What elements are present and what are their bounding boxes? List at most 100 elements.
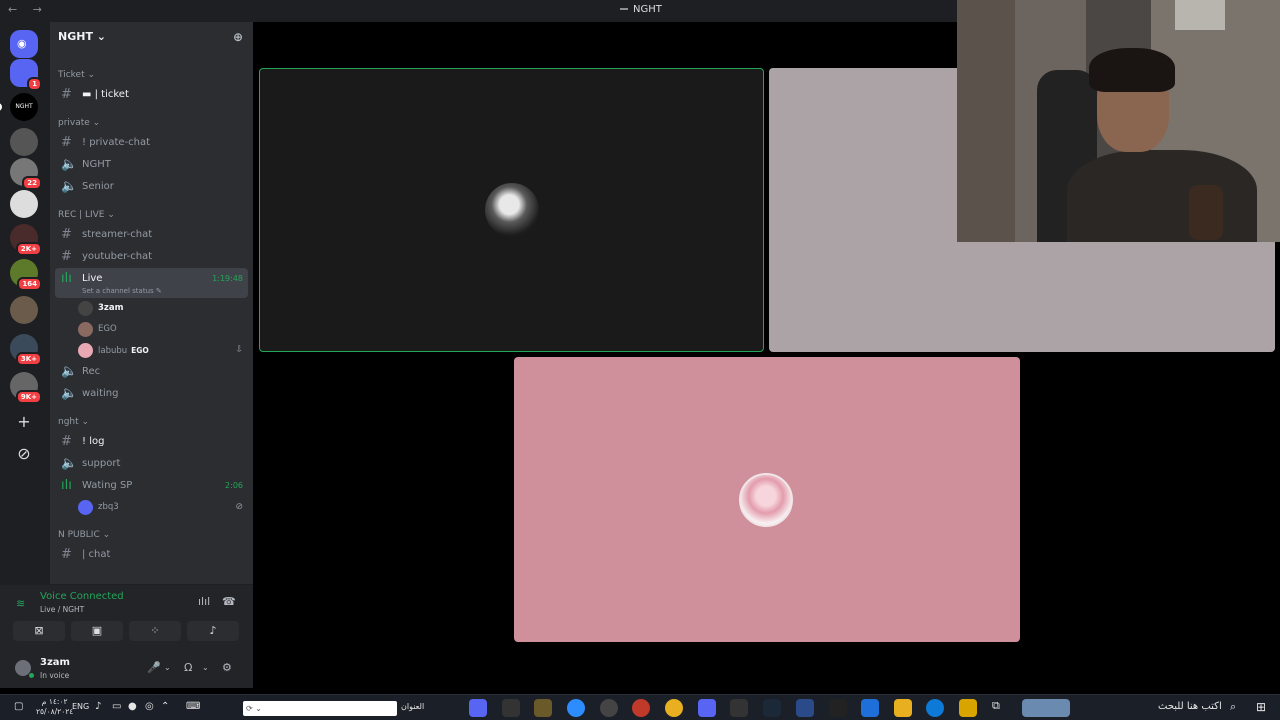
voice-member[interactable]: EGO <box>50 319 253 340</box>
channel-private-chat[interactable]: #! private-chat <box>55 132 248 154</box>
noise-suppression-icon[interactable]: ılıl <box>198 595 210 608</box>
air-conditioner <box>1175 0 1225 30</box>
channel-youtuber-chat[interactable]: # youtuber-chat <box>55 246 248 268</box>
hash-icon: # <box>61 434 72 449</box>
server-item[interactable] <box>10 296 38 324</box>
app-icon[interactable] <box>861 699 879 717</box>
microphone-icon[interactable]: 🎤 <box>147 661 161 674</box>
channel-senior[interactable]: 🔈 Senior <box>55 176 248 198</box>
server-item[interactable] <box>10 190 38 218</box>
person-hair <box>1089 48 1175 92</box>
app-icon[interactable] <box>534 699 552 717</box>
discord-app-icon[interactable] <box>698 699 716 717</box>
direct-messages-button[interactable]: ◉ <box>10 30 38 58</box>
discord-icon: ◉ <box>17 37 27 50</box>
hash-icon: # <box>61 249 72 264</box>
participant-tile-speaking[interactable] <box>259 68 764 352</box>
channel-wating-sp[interactable]: ılı Wating SP 2:06 <box>55 475 248 497</box>
server-nght[interactable]: NGHT <box>0 93 38 121</box>
app-icon[interactable] <box>796 699 814 717</box>
voice-location[interactable]: Live / NGHT <box>40 605 84 614</box>
voice-member[interactable]: 3zam <box>50 298 253 319</box>
network-icon[interactable]: ▭ <box>112 701 121 712</box>
compass-icon: ⊘ <box>17 444 31 463</box>
tray-icon[interactable]: ◎ <box>145 701 154 712</box>
activities-button[interactable]: ⁘ <box>129 621 181 641</box>
task-view-icon[interactable]: ⧉ <box>992 699 1010 717</box>
channel-ticket[interactable]: # ▬ | ticket <box>55 84 248 106</box>
server-item[interactable]: 2K+ <box>10 224 42 256</box>
username[interactable]: 3zam <box>40 657 70 668</box>
microphone-icon[interactable]: ● <box>128 701 137 712</box>
channel-waiting[interactable]: 🔈 waiting <box>55 383 248 405</box>
nav-arrows[interactable]: ← → <box>8 3 48 16</box>
search-icon[interactable]: ⌕ <box>1230 700 1236 714</box>
channel-support[interactable]: 🔈 support <box>55 453 248 475</box>
hash-icon: # <box>61 547 72 562</box>
taskbar: ▢ ١٤:٠٢ م ٢٥/٠٨/٢٠٢٤ ENG ♪ ▭ ● ◎ ⌃ ⌨ ⟳ ⌄ … <box>0 694 1280 720</box>
address-toolbar-input[interactable]: ⟳ ⌄ <box>243 701 397 716</box>
online-status-dot <box>28 672 35 679</box>
gear-icon[interactable]: ⚙ <box>222 661 232 674</box>
guild-header[interactable]: NGHT ⌄ ⊕ <box>50 22 253 54</box>
channel-rec[interactable]: 🔈 Rec <box>55 361 248 383</box>
epic-games-app-icon[interactable] <box>829 699 847 717</box>
server-item[interactable]: 164 <box>10 259 42 291</box>
language-indicator[interactable]: ENG <box>72 702 89 711</box>
soundboard-button[interactable]: ♪ <box>187 621 239 641</box>
server-item[interactable]: 3K+ <box>10 334 42 366</box>
participant-tile[interactable] <box>514 357 1020 642</box>
voice-member[interactable]: zbq3 ⊘ <box>50 497 253 518</box>
zoom-app-icon[interactable] <box>567 699 585 717</box>
chevron-down-icon[interactable]: ⌄ <box>202 663 209 672</box>
keyboard-icon[interactable]: ⌨ <box>186 701 200 712</box>
channel-chat[interactable]: # | chat <box>55 544 248 566</box>
screen-share-button[interactable]: ▣ <box>71 621 123 641</box>
steelseries-app-icon[interactable] <box>600 699 618 717</box>
game-app-icon[interactable] <box>502 699 520 717</box>
voice-active-icon: ılı <box>61 271 72 286</box>
channel-status-prompt[interactable]: Set a channel status ✎ <box>82 287 248 296</box>
app-icon[interactable] <box>730 699 748 717</box>
obs-app-icon[interactable] <box>632 699 650 717</box>
category-rec-live[interactable]: REC | LIVE ⌄ <box>50 206 253 224</box>
chrome-app-icon[interactable] <box>665 699 683 717</box>
clock[interactable]: ١٤:٠٢ م ٢٥/٠٨/٢٠٢٤ <box>36 697 73 717</box>
server-item[interactable]: 22 <box>10 158 42 190</box>
channel-nght[interactable]: 🔈 NGHT <box>55 154 248 176</box>
chevron-up-icon[interactable]: ⌃ <box>161 701 169 712</box>
server-item[interactable] <box>10 128 38 156</box>
add-server-button[interactable]: + <box>10 408 38 436</box>
server-item[interactable]: 9K+ <box>10 372 42 404</box>
discover-button[interactable]: ⊘ <box>10 440 38 468</box>
edge-app-icon[interactable] <box>926 699 944 717</box>
server-dm-avatar[interactable]: 1 <box>10 59 42 91</box>
avatar <box>78 301 93 316</box>
camera-off-button[interactable]: ⊠ <box>13 621 65 641</box>
category-n-public[interactable]: N PUBLIC ⌄ <box>50 526 253 544</box>
channel-live[interactable]: ılı Live Set a channel status ✎ 1:19:48 <box>55 268 248 298</box>
category-nght[interactable]: nght ⌄ <box>50 413 253 431</box>
disconnect-icon[interactable]: ☎ <box>222 595 236 608</box>
weather-widget[interactable] <box>1022 699 1070 717</box>
speaker-icon: 🔈 <box>61 364 78 379</box>
windows-start-icon[interactable]: ⊞ <box>1256 700 1266 714</box>
rockstar-app-icon[interactable] <box>959 699 977 717</box>
file-explorer-icon[interactable] <box>894 699 912 717</box>
discord-app-icon[interactable] <box>469 699 487 717</box>
steam-app-icon[interactable] <box>763 699 781 717</box>
channel-streamer-chat[interactable]: # streamer-chat <box>55 224 248 246</box>
signal-icon[interactable]: ≋ <box>16 597 25 610</box>
channel-log[interactable]: #! log <box>55 431 248 453</box>
person-add-icon[interactable]: ⊕ <box>233 30 243 44</box>
voice-member[interactable]: labubu EGO ⇩ <box>50 340 253 361</box>
category-ticket[interactable]: Ticket ⌄ <box>50 66 253 84</box>
headphones-icon[interactable]: Ω <box>184 661 192 674</box>
hash-icon: # <box>61 87 72 102</box>
notification-icon[interactable]: ▢ <box>14 701 23 712</box>
volume-icon[interactable]: ♪ <box>95 701 101 712</box>
person-body <box>1067 150 1257 242</box>
chevron-down-icon[interactable]: ⌄ <box>164 663 171 672</box>
search-box[interactable]: اكتب هنا للبحث <box>1158 701 1222 712</box>
category-private[interactable]: private ⌄ <box>50 114 253 132</box>
